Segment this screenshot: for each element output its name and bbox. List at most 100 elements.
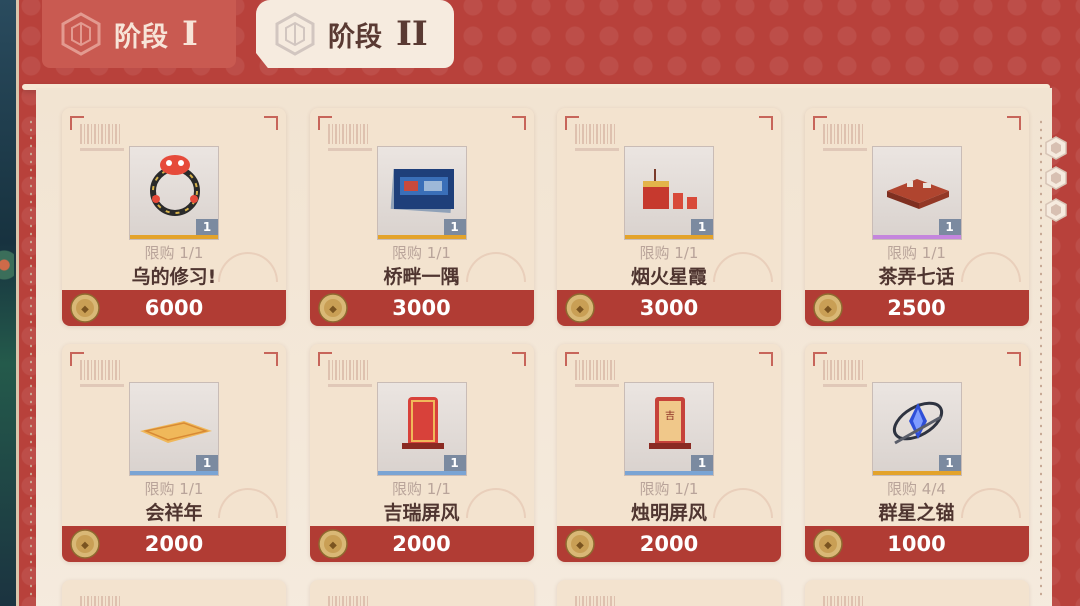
svg-text:◆: ◆ xyxy=(329,304,337,315)
purchase-limit: 限购 1/1 xyxy=(144,480,204,498)
rarity-bar xyxy=(377,235,466,239)
hex-emblem-icon xyxy=(275,12,315,56)
coin-icon: ◆ xyxy=(70,529,100,559)
item-price: 2000 xyxy=(144,532,204,556)
item-name: 烟火星霞 xyxy=(630,266,707,288)
barcode-decoration xyxy=(327,124,368,144)
shop-item-grid: 1 限购 1/1 乌的修习! ◆ 6000 1 限购 1/1 桥畔一隅 ◆ 30… xyxy=(62,108,1029,606)
item-quantity: 1 xyxy=(443,219,466,235)
barcode-decoration xyxy=(327,596,368,606)
barcode-decoration xyxy=(575,596,615,606)
coin-icon: ◆ xyxy=(565,293,595,323)
coin-icon: ◆ xyxy=(812,529,843,559)
barcode-caption xyxy=(822,384,867,387)
price-bar[interactable]: ◆ 2000 xyxy=(62,526,286,562)
svg-text:◆: ◆ xyxy=(576,540,584,551)
svg-text:◆: ◆ xyxy=(824,304,832,315)
shop-item-card[interactable]: 1 限购 1/1 茶弄七话 ◆ 2500 xyxy=(804,108,1029,326)
item-name: 群星之锚 xyxy=(878,502,955,524)
barcode-decoration xyxy=(80,124,120,144)
tab-stage-2-roman: II xyxy=(396,14,428,54)
item-name: 吉瑞屏风 xyxy=(383,502,460,524)
svg-text:吉: 吉 xyxy=(665,410,675,422)
hex-emblem-icon xyxy=(61,12,101,56)
shop-item-card[interactable]: 1 限购 4/4 群星之锚 ◆ 1000 xyxy=(804,344,1029,562)
tea-table-icon xyxy=(886,179,949,209)
rarity-bar xyxy=(377,471,466,475)
barcode-decoration xyxy=(575,124,615,144)
barcode-decoration xyxy=(822,360,863,380)
item-price: 6000 xyxy=(144,296,204,320)
purchase-limit: 限购 1/1 xyxy=(887,244,946,262)
barcode-caption xyxy=(80,148,124,151)
item-price: 3000 xyxy=(639,296,699,320)
rarity-bar xyxy=(130,471,218,475)
purchase-limit: 限购 4/4 xyxy=(887,480,946,498)
barcode-caption xyxy=(822,148,867,151)
page-indicator-hex-icon[interactable] xyxy=(1044,198,1068,222)
price-bar[interactable]: ◆ 1000 xyxy=(804,526,1029,562)
rarity-bar xyxy=(130,235,218,239)
price-bar[interactable]: ◆ 3000 xyxy=(557,290,781,326)
candle-screen-icon: 吉 xyxy=(649,397,691,449)
shop-item-card[interactable]: 1 限购 1/1 乌的修习! ◆ 6000 xyxy=(62,108,286,326)
price-bar[interactable]: ◆ 2500 xyxy=(804,290,1029,326)
item-thumbnail: 1 xyxy=(376,382,467,476)
item-thumbnail: 1 xyxy=(129,146,219,240)
price-bar[interactable]: ◆ 2000 xyxy=(309,526,534,562)
barcode-decoration xyxy=(822,596,863,606)
shop-item-card[interactable] xyxy=(309,580,534,606)
tab-stage-1-roman: I xyxy=(182,14,198,54)
barcode-decoration xyxy=(822,124,863,144)
item-price: 2500 xyxy=(887,296,946,320)
item-price: 2000 xyxy=(639,532,699,556)
star-anchor-icon xyxy=(892,401,943,445)
scene-card-icon xyxy=(390,168,454,214)
rug-icon xyxy=(140,421,212,443)
item-price: 3000 xyxy=(392,296,451,320)
purchase-limit: 限购 1/1 xyxy=(144,244,204,262)
barcode-caption xyxy=(327,384,372,387)
purchase-limit: 限购 1/1 xyxy=(639,480,699,498)
item-name: 桥畔一隅 xyxy=(383,266,460,288)
lion-wreath-icon xyxy=(150,155,200,216)
shop-item-card[interactable] xyxy=(804,580,1029,606)
purchase-limit: 限购 1/1 xyxy=(392,244,451,262)
shop-item-card[interactable]: 1 限购 1/1 吉瑞屏风 ◆ 2000 xyxy=(309,344,534,562)
barcode-caption xyxy=(327,148,372,151)
coin-icon: ◆ xyxy=(70,293,100,323)
shop-item-card[interactable]: 1 限购 1/1 桥畔一隅 ◆ 3000 xyxy=(309,108,534,326)
item-quantity: 1 xyxy=(691,219,713,235)
item-name: 乌的修习! xyxy=(131,266,217,288)
purchase-limit: 限购 1/1 xyxy=(392,480,451,498)
svg-text:◆: ◆ xyxy=(81,304,89,315)
shop-item-card[interactable]: 吉 1 限购 1/1 烛明屏风 ◆ 2000 xyxy=(557,344,781,562)
item-quantity: 1 xyxy=(938,455,961,471)
rarity-bar xyxy=(872,471,961,475)
page-indicator-hex-icon[interactable] xyxy=(1044,136,1068,160)
item-thumbnail: 1 xyxy=(871,146,962,240)
barcode-decoration xyxy=(80,596,120,606)
item-name: 茶弄七话 xyxy=(878,266,955,288)
page-indicator-hex-icon[interactable] xyxy=(1044,166,1068,190)
coin-icon: ◆ xyxy=(317,529,348,559)
barcode-decoration xyxy=(327,360,368,380)
shop-item-card[interactable]: 1 限购 1/1 会祥年 ◆ 2000 xyxy=(62,344,286,562)
barcode-decoration xyxy=(575,360,615,380)
tab-stage-2-label: 阶段 xyxy=(328,21,382,53)
price-bar[interactable]: ◆ 3000 xyxy=(309,290,534,326)
barcode-decoration xyxy=(80,360,120,380)
folding-screen-icon xyxy=(401,397,444,449)
shop-item-card[interactable] xyxy=(557,580,781,606)
tab-stage-2[interactable]: 阶段 II xyxy=(256,0,454,68)
price-bar[interactable]: ◆ 2000 xyxy=(557,526,781,562)
item-name: 烛明屏风 xyxy=(630,502,707,524)
tab-stage-1[interactable]: 阶段 I xyxy=(42,0,236,68)
price-bar[interactable]: ◆ 6000 xyxy=(62,290,286,326)
item-quantity: 1 xyxy=(691,455,713,471)
shop-item-card[interactable] xyxy=(62,580,286,606)
item-quantity: 1 xyxy=(938,219,961,235)
rarity-bar xyxy=(625,471,713,475)
item-thumbnail: 吉 1 xyxy=(624,382,714,476)
shop-item-card[interactable]: 1 限购 1/1 烟火星霞 ◆ 3000 xyxy=(557,108,781,326)
